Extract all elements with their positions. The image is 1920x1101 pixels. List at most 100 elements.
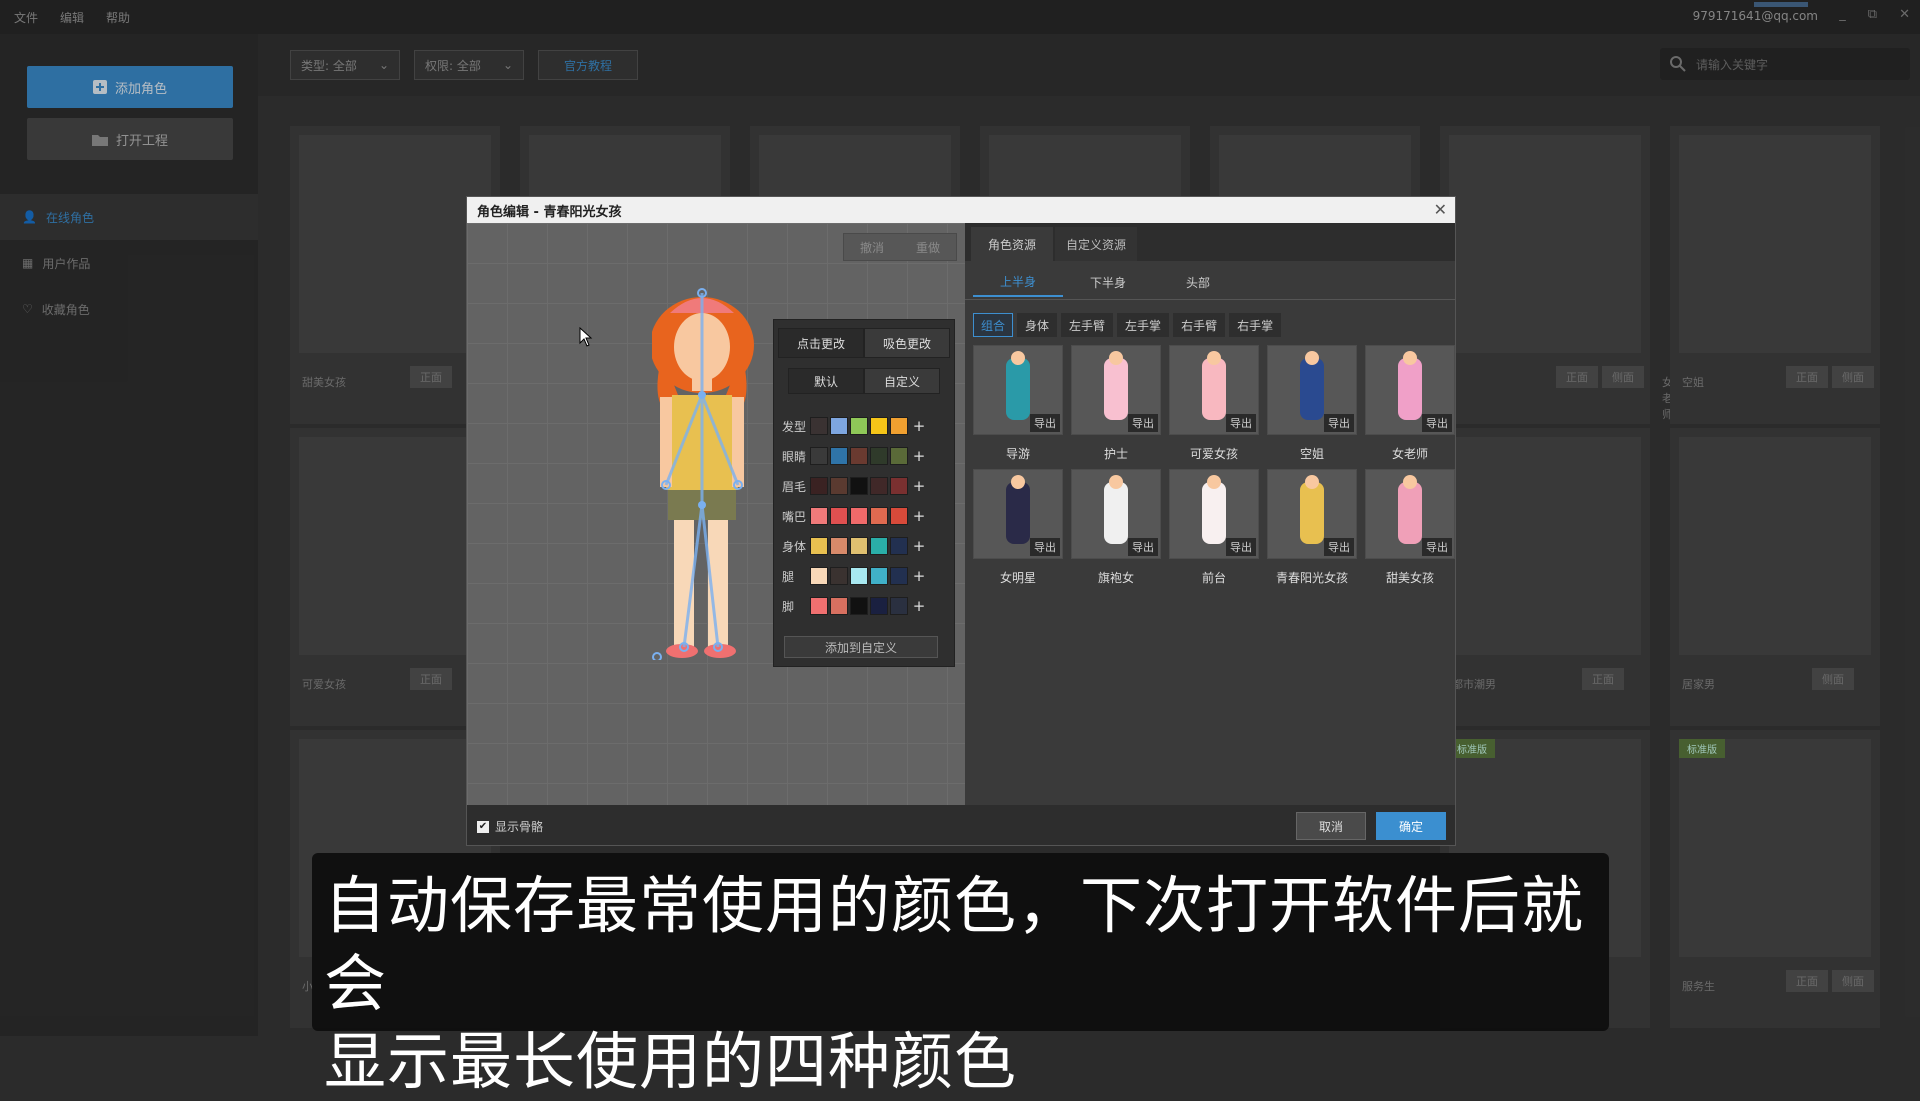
export-button[interactable]: 导出 [1030,538,1060,556]
color-swatch[interactable] [890,507,908,525]
color-swatch[interactable] [890,537,908,555]
chip-right-hand[interactable]: 右手掌 [1229,313,1282,337]
resource-item[interactable]: 导出 前台 [1169,469,1259,586]
resource-item[interactable]: 导出 空姐 [1267,345,1357,462]
resource-thumbnail: 导出 [1267,469,1357,559]
resource-item[interactable]: 导出 甜美女孩 [1365,469,1455,586]
export-button[interactable]: 导出 [1324,538,1354,556]
color-swatch[interactable] [850,597,868,615]
color-swatch[interactable] [830,567,848,585]
chip-body[interactable]: 身体 [1017,313,1058,337]
export-button[interactable]: 导出 [1128,414,1158,432]
color-swatch[interactable] [870,477,888,495]
add-color-icon[interactable]: + [910,567,928,585]
divider [965,299,1455,300]
color-swatch[interactable] [890,477,908,495]
add-to-custom-button[interactable]: 添加到自定义 [784,636,938,658]
add-color-icon[interactable]: + [910,477,928,495]
chip-left-arm[interactable]: 左手臂 [1061,313,1114,337]
chip-left-hand[interactable]: 左手掌 [1117,313,1170,337]
color-swatch[interactable] [810,567,828,585]
color-swatch[interactable] [850,477,868,495]
color-swatch[interactable] [890,597,908,615]
tab-default[interactable]: 默认 [788,368,864,394]
resource-name: 旗袍女 [1097,571,1134,585]
add-color-icon[interactable]: + [910,537,928,555]
color-swatch[interactable] [890,417,908,435]
color-swatch[interactable] [870,447,888,465]
tab-click-change[interactable]: 点击更改 [778,328,864,358]
add-color-icon[interactable]: + [910,597,928,615]
color-row: 嘴巴 + [782,506,928,526]
chip-right-arm[interactable]: 右手臂 [1173,313,1226,337]
color-swatch[interactable] [870,567,888,585]
add-color-icon[interactable]: + [910,447,928,465]
ok-button[interactable]: 确定 [1376,812,1446,840]
chip-combo[interactable]: 组合 [973,313,1014,337]
color-swatch[interactable] [870,537,888,555]
resource-item[interactable]: 导出 女老师 [1365,345,1455,462]
color-swatch[interactable] [830,507,848,525]
resource-thumbnail: 导出 [1071,469,1161,559]
color-swatch[interactable] [870,507,888,525]
color-swatch[interactable] [830,597,848,615]
color-swatch[interactable] [850,417,868,435]
color-row-label: 腿 [782,569,795,584]
export-button[interactable]: 导出 [1128,538,1158,556]
resource-item[interactable]: 导出 护士 [1071,345,1161,462]
resource-name: 导游 [1005,447,1030,461]
resource-thumbnail: 导出 [1071,345,1161,435]
color-swatch[interactable] [830,417,848,435]
resource-name: 青春阳光女孩 [1275,571,1348,585]
color-swatch[interactable] [830,447,848,465]
tab-character-resources[interactable]: 角色资源 [971,227,1053,261]
color-swatch[interactable] [810,477,828,495]
color-swatch[interactable] [890,447,908,465]
resource-item[interactable]: 导出导游 [973,345,1063,462]
export-button[interactable]: 导出 [1030,414,1060,432]
color-swatch[interactable] [810,507,828,525]
tab-custom-resources[interactable]: 自定义资源 [1055,227,1137,261]
checkmark-icon: ✔ [477,820,489,833]
redo-button[interactable]: 重做 [916,239,940,256]
character-figure[interactable] [652,285,792,660]
resource-item[interactable]: 导出青春阳光女孩 [1267,469,1357,586]
color-swatch[interactable] [810,447,828,465]
add-color-icon[interactable]: + [910,507,928,525]
export-button[interactable]: 导出 [1226,538,1256,556]
tab-eyedropper-change[interactable]: 吸色更改 [864,328,950,358]
color-panel: 点击更改 吸色更改 默认 自定义 发型 + 眼睛 + 眉毛 + 嘴巴 + 身体 + 腿 + 脚 + 添加到… [773,319,955,667]
export-button[interactable]: 导出 [1324,414,1354,432]
tab-custom[interactable]: 自定义 [864,368,940,394]
show-bones-checkbox[interactable]: ✔ 显示骨骼 [477,818,543,835]
color-swatch[interactable] [870,597,888,615]
color-swatch[interactable] [830,537,848,555]
character-canvas[interactable]: 撤消 重做 点击更改 吸色更改 默认 自定义 发型 + 眼睛 + 眉毛 + 嘴巴… [467,223,965,805]
close-icon[interactable]: ✕ [1434,200,1447,219]
color-swatch[interactable] [870,417,888,435]
color-row: 眼睛 + [782,446,928,466]
resource-item[interactable]: 导出旗袍女 [1071,469,1161,586]
color-swatch[interactable] [850,537,868,555]
resource-item[interactable]: 导出 可爱女孩 [1169,345,1259,462]
resource-item[interactable]: 导出 女明星 [973,469,1063,586]
export-button[interactable]: 导出 [1422,538,1452,556]
undo-button[interactable]: 撤消 [860,239,884,256]
tab-upper-body[interactable]: 上半身 [973,267,1063,297]
export-button[interactable]: 导出 [1226,414,1256,432]
color-swatch[interactable] [850,507,868,525]
color-mode-tabs: 点击更改 吸色更改 [778,328,950,358]
color-swatch[interactable] [810,597,828,615]
cancel-button[interactable]: 取消 [1296,812,1366,840]
color-swatch[interactable] [850,567,868,585]
tab-head[interactable]: 头部 [1153,267,1243,297]
color-swatch[interactable] [830,477,848,495]
color-swatch[interactable] [850,447,868,465]
tab-lower-body[interactable]: 下半身 [1063,267,1153,297]
dialog-title-bar: 角色编辑 - 青春阳光女孩 ✕ [467,197,1455,223]
export-button[interactable]: 导出 [1422,414,1452,432]
color-swatch[interactable] [890,567,908,585]
color-swatch[interactable] [810,537,828,555]
color-swatch[interactable] [810,417,828,435]
add-color-icon[interactable]: + [910,417,928,435]
